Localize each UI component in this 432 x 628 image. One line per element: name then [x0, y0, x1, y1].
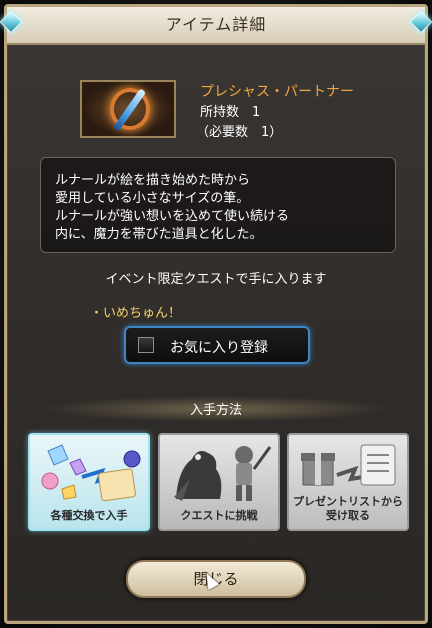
- item-name: プレシャス・パートナー: [200, 84, 354, 100]
- favorite-checkbox[interactable]: [138, 337, 154, 353]
- dialog-title: アイテム詳細: [7, 7, 425, 45]
- description-line: 内に、魔力を帯びた道具と化した。: [55, 227, 263, 242]
- required-count: （必要数 1）: [196, 125, 283, 140]
- method-exchange-button[interactable]: 各種交換で入手: [28, 433, 150, 531]
- method-exchange-label: 各種交換で入手: [50, 509, 128, 522]
- method-present-label-line2: 受け取る: [326, 509, 370, 522]
- description-line: 愛用している小さなサイズの筆。: [55, 191, 250, 206]
- method-present-button[interactable]: プレゼントリストから 受け取る: [287, 433, 409, 531]
- item-thumbnail: [80, 80, 176, 138]
- description-line: ルナールが絵を描き始めた時から: [55, 173, 251, 188]
- event-name: ・いめちゅん！: [90, 306, 182, 321]
- method-present-label-line1: プレゼントリストから: [293, 495, 403, 508]
- favorite-button[interactable]: お気に入り登録: [124, 326, 310, 364]
- description-line: ルナールが強い想いを込めて使い続ける: [55, 209, 290, 224]
- method-quest-label: クエストに挑戦: [180, 509, 258, 522]
- method-present-label: プレゼントリストから 受け取る: [289, 495, 407, 523]
- favorite-label: お気に入り登録: [170, 340, 268, 356]
- item-description: ルナールが絵を描き始めた時から 愛用している小さなサイズの筆。 ルナールが強い想…: [40, 157, 396, 253]
- owned-count: 所持数 1: [200, 105, 261, 120]
- exchange-items-icon: [41, 444, 141, 502]
- present-list-icon: [301, 444, 396, 486]
- obtain-note: イベント限定クエストで手に入ります: [105, 272, 327, 287]
- method-quest-button[interactable]: クエストに挑戦: [158, 433, 280, 531]
- section-title: 入手方法: [189, 403, 242, 418]
- acquisition-methods: 各種交換で入手 クエストに挑戦 プレゼントリストから 受け取る: [28, 433, 410, 531]
- quest-battle-icon: [174, 446, 272, 501]
